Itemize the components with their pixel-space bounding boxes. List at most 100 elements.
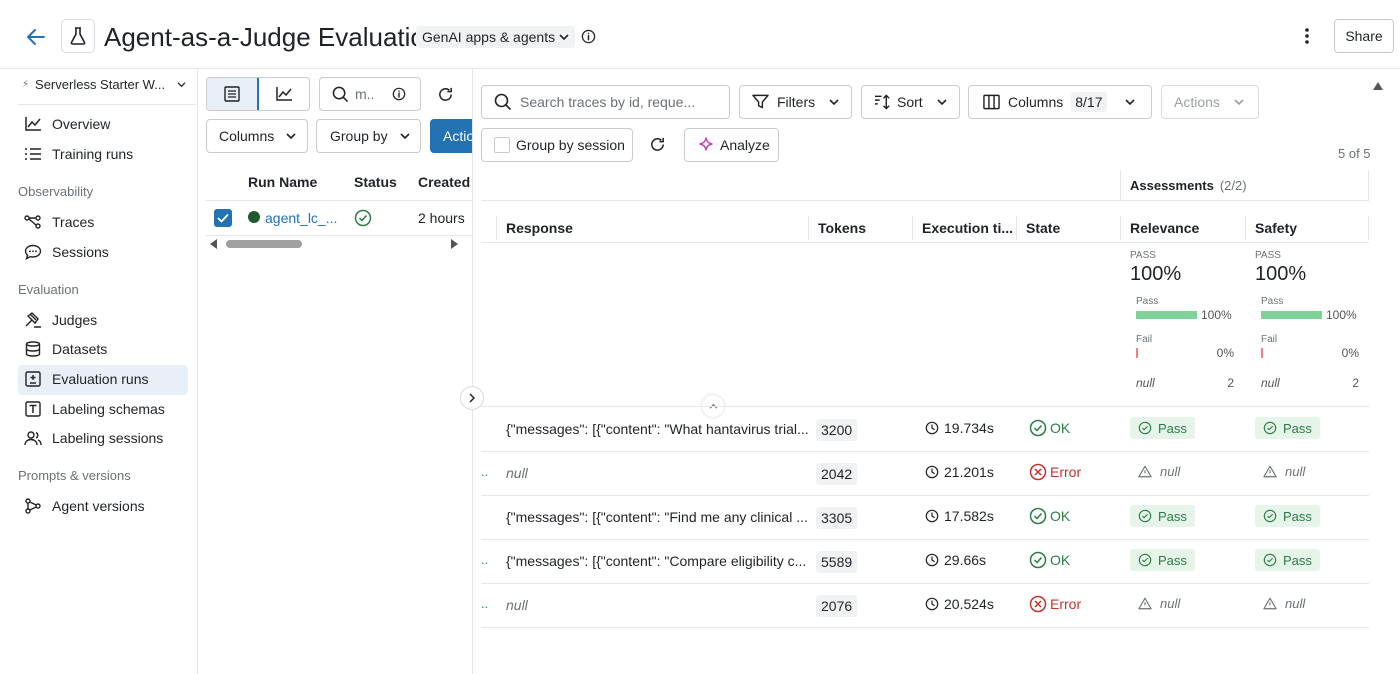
- safety-pass-badge[interactable]: Pass: [1255, 549, 1320, 571]
- analyze-button[interactable]: Analyze: [684, 128, 779, 162]
- info-icon[interactable]: [581, 29, 596, 44]
- horizontal-scrollbar-thumb[interactable]: [226, 240, 302, 248]
- sidebar-section-observability: Observability: [18, 184, 94, 199]
- col-header-tokens[interactable]: Tokens: [818, 220, 866, 236]
- users-icon: [24, 430, 42, 446]
- assessments-group-header: Assessments (2/2): [1130, 178, 1247, 193]
- run-created: 2 hours: [418, 210, 465, 226]
- runs-search-input[interactable]: m..: [319, 77, 421, 111]
- sidebar-item-labeling-schemas[interactable]: Labeling schemas: [24, 401, 165, 417]
- execution-time-cell: 21.201s: [925, 464, 994, 480]
- kebab-menu-icon[interactable]: [1304, 27, 1310, 45]
- sidebar-item-agent-versions[interactable]: Agent versions: [24, 498, 145, 514]
- relevance-summary: PASS 100% Pass 100% Fail 0% null 2: [1130, 250, 1234, 390]
- clock-icon: [925, 553, 939, 567]
- result-count: 5 of 5: [1338, 146, 1371, 161]
- sidebar-item-labeling-sessions[interactable]: Labeling sessions: [24, 430, 163, 446]
- chevron-right-icon: [469, 393, 475, 403]
- sidebar-item-sessions[interactable]: Sessions: [24, 244, 109, 260]
- runs-group-by-button[interactable]: Group by: [316, 119, 421, 153]
- col-sep: [912, 216, 913, 240]
- columns-button[interactable]: Columns 8/17: [968, 85, 1152, 119]
- clock-icon: [925, 509, 939, 523]
- safety-pass-row-label: Pass: [1261, 296, 1284, 307]
- relevance-pass-badge[interactable]: Pass: [1130, 505, 1195, 527]
- actions-button[interactable]: Actions: [1161, 85, 1259, 119]
- tokens-cell: 3200: [816, 419, 858, 441]
- relevance-value: null: [1160, 464, 1181, 479]
- checkbox[interactable]: [494, 137, 510, 153]
- relevance-pass-bar-pct: 100%: [1201, 308, 1232, 322]
- relevance-fail-row-label: Fail: [1136, 334, 1153, 345]
- run-row-checkbox[interactable]: [214, 209, 232, 227]
- graph-icon: [24, 498, 42, 514]
- execution-time-cell: 17.582s: [925, 508, 994, 524]
- runs-group-by-label: Group by: [330, 128, 388, 144]
- gavel-icon: [24, 312, 42, 328]
- sidebar-item-label: Training runs: [52, 146, 134, 162]
- back-arrow-icon[interactable]: [26, 28, 46, 46]
- refresh-icon[interactable]: [437, 86, 454, 103]
- col-header-state[interactable]: State: [1026, 220, 1060, 236]
- sidebar-item-training-runs[interactable]: Training runs: [24, 146, 133, 162]
- columns-icon: [983, 94, 1000, 110]
- sidebar-item-traces[interactable]: Traces: [24, 214, 94, 230]
- relevance-pass-badge[interactable]: Pass: [1130, 417, 1195, 439]
- safety-pass-badge[interactable]: Pass: [1255, 505, 1320, 527]
- search-icon: [494, 93, 512, 111]
- sidebar-item-judges[interactable]: Judges: [24, 312, 97, 328]
- relevance-pass-badge[interactable]: Pass: [1130, 549, 1195, 571]
- x-circle-icon: [1029, 463, 1047, 481]
- sidebar-item-evaluation-runs[interactable]: Evaluation runs: [24, 371, 149, 387]
- runs-actions-button[interactable]: Actio: [430, 119, 472, 153]
- row-truncation: ..: [481, 464, 489, 479]
- sort-label: Sort: [897, 94, 923, 110]
- warning-icon: [1263, 465, 1277, 478]
- relevance-pass-heading: PASS: [1130, 250, 1156, 261]
- safety-pass-badge[interactable]: Pass: [1255, 417, 1320, 439]
- scope-dropdown[interactable]: GenAI apps & agents: [416, 26, 576, 48]
- sidebar-item-label: Agent versions: [52, 498, 145, 514]
- safety-pass-percent: 100%: [1255, 263, 1307, 285]
- workspace-icon: ⚡: [22, 79, 30, 90]
- sidebar-item-datasets[interactable]: Datasets: [24, 341, 107, 357]
- group-by-session-label: Group by session: [516, 137, 625, 153]
- col-header-safety[interactable]: Safety: [1255, 220, 1297, 236]
- chat-bubble-icon: [24, 244, 42, 260]
- filters-label: Filters: [777, 94, 816, 110]
- sidebar-item-overview[interactable]: Overview: [24, 116, 110, 132]
- sort-button[interactable]: Sort: [861, 85, 960, 119]
- filters-button[interactable]: Filters: [739, 85, 852, 119]
- relevance-pass-bar: [1136, 311, 1197, 319]
- col-header-relevance[interactable]: Relevance: [1130, 220, 1199, 236]
- row-truncation: ..: [481, 596, 489, 611]
- sidebar-item-label: Judges: [52, 312, 98, 328]
- col-header-response[interactable]: Response: [506, 220, 573, 236]
- scroll-left-arrow-icon[interactable]: [210, 239, 218, 249]
- safety-pass-bar: [1261, 311, 1322, 319]
- list-view-icon[interactable]: [207, 78, 260, 110]
- workspace-selector[interactable]: ⚡ Serverless Starter W...: [22, 77, 186, 92]
- x-circle-icon: [1029, 595, 1047, 613]
- response-cell: null: [506, 465, 528, 481]
- relevance-null-badge: null: [1138, 596, 1180, 611]
- vertical-scroll-up-arrow-icon[interactable]: [1373, 82, 1383, 90]
- group-by-session-toggle[interactable]: Group by session: [481, 128, 633, 162]
- col-header-execution[interactable]: Execution ti...: [922, 220, 1013, 236]
- run-name-link[interactable]: agent_lc_...: [265, 210, 337, 226]
- chevron-down-icon: [286, 132, 296, 140]
- relevance-value: Pass: [1158, 420, 1187, 436]
- relevance-fail-bar: [1136, 348, 1138, 358]
- traces-search-input[interactable]: Search traces by id, reque...: [481, 85, 730, 119]
- check-circle-icon: [1263, 421, 1277, 435]
- chart-view-icon[interactable]: [258, 78, 309, 110]
- refresh-icon[interactable]: [649, 136, 666, 153]
- runs-columns-button[interactable]: Columns: [206, 119, 308, 153]
- clock-icon: [925, 597, 939, 611]
- sidebar-item-label: Datasets: [52, 341, 108, 357]
- share-button[interactable]: Share: [1334, 19, 1394, 53]
- database-icon: [24, 341, 42, 357]
- scroll-right-arrow-icon[interactable]: [450, 239, 458, 249]
- execution-time-cell: 29.66s: [925, 552, 986, 568]
- response-cell: null: [506, 597, 528, 613]
